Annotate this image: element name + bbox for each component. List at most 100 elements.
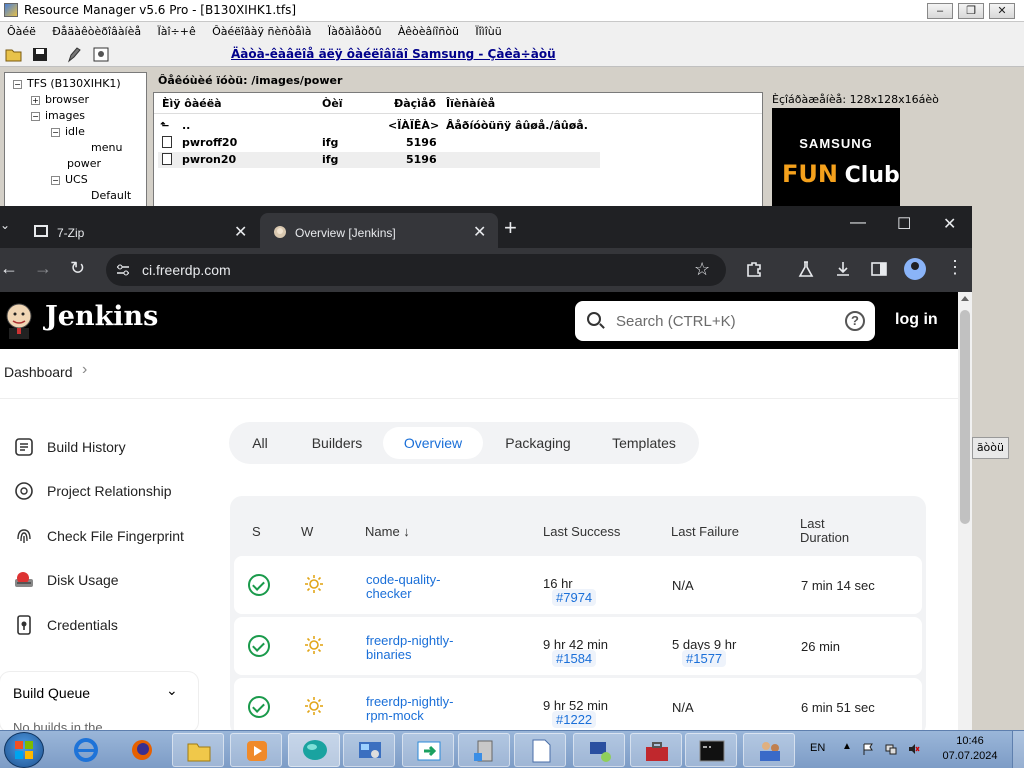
document-icon[interactable] xyxy=(514,733,566,767)
tree-node-default[interactable]: Default xyxy=(91,189,131,202)
edit-pen-icon[interactable] xyxy=(65,46,83,63)
job-link[interactable]: freerdp-nightly-rpm-mock xyxy=(366,695,476,723)
page-scrollbar[interactable] xyxy=(958,292,972,730)
open-folder-icon[interactable] xyxy=(5,46,23,63)
side-panel-icon[interactable] xyxy=(870,260,888,278)
extensions-icon[interactable] xyxy=(745,260,763,278)
scrollbar-thumb[interactable] xyxy=(960,310,970,524)
tree-node-menu[interactable]: menu xyxy=(91,141,122,154)
chevron-down-icon[interactable]: ⌄ xyxy=(166,682,178,699)
network-drive-icon[interactable] xyxy=(458,733,510,767)
properties-icon[interactable] xyxy=(92,46,110,63)
language-indicator[interactable]: EN xyxy=(810,742,825,754)
internet-explorer-icon[interactable] xyxy=(60,733,112,767)
rm-menu-filesystem[interactable]: Ôàéëîâàÿ ñèñòåìà xyxy=(205,22,317,38)
rm-menu-edit[interactable]: Ðåäàêòèðîâàíèå xyxy=(45,22,147,38)
tab-overview[interactable]: Overview xyxy=(383,427,483,459)
build-queue-title[interactable]: Build Queue xyxy=(13,685,90,701)
build-number-link[interactable]: #1222 xyxy=(552,711,597,728)
tree-node-idle[interactable]: − idle xyxy=(51,125,85,138)
tab-jenkins-overview[interactable]: Overview [Jenkins] ✕ xyxy=(260,213,498,248)
tab-7zip[interactable]: 7-Zip ✕ xyxy=(18,213,258,248)
rm-minimize-button[interactable]: – xyxy=(927,3,953,19)
job-link[interactable]: code-quality-checker xyxy=(366,573,476,601)
rm-menu-file[interactable]: Ôàéë xyxy=(0,22,42,38)
tree-node-power[interactable]: power xyxy=(67,157,101,170)
help-icon[interactable]: ? xyxy=(845,311,865,331)
volume-muted-icon[interactable] xyxy=(908,743,920,755)
build-number-link[interactable]: #7974 xyxy=(552,589,597,606)
chrome-menu-icon[interactable]: ⋮ xyxy=(946,257,964,278)
file-row-up[interactable]: ⬑ .. <ÏÀÏÊÀ> Âåðíóòüñÿ âûøå./âûøå. xyxy=(158,118,600,134)
explorer-folder-icon[interactable] xyxy=(172,733,224,767)
network-connections-icon[interactable] xyxy=(573,733,625,767)
tree-node-ucs[interactable]: − UCS xyxy=(51,173,88,186)
build-number-link[interactable]: #1584 xyxy=(552,650,597,667)
close-window-icon[interactable]: ✕ xyxy=(943,214,956,234)
close-tab-icon[interactable]: ✕ xyxy=(473,222,486,242)
users-icon[interactable] xyxy=(743,733,795,767)
download-icon[interactable] xyxy=(834,260,852,278)
minimize-icon[interactable]: — xyxy=(850,214,866,232)
maximize-icon[interactable]: ☐ xyxy=(897,214,911,234)
col-last-success[interactable]: Last Success xyxy=(543,524,620,539)
action-center-flag-icon[interactable] xyxy=(862,743,874,755)
close-tab-icon[interactable]: ✕ xyxy=(234,222,247,242)
reload-button[interactable]: ↻ xyxy=(70,258,85,279)
system-clock[interactable]: 10:46 07.07.2024 xyxy=(938,734,1002,764)
rm-restore-button[interactable]: ❐ xyxy=(958,3,984,19)
command-prompt-icon[interactable] xyxy=(685,733,737,767)
col-status[interactable]: S xyxy=(252,524,261,539)
col-last-duration[interactable]: Last Duration xyxy=(800,517,849,545)
chevron-right-icon[interactable]: › xyxy=(82,361,87,379)
toolbox-icon[interactable] xyxy=(630,733,682,767)
address-bar[interactable]: ci.freerdp.com ☆ xyxy=(106,254,726,286)
new-tab-button[interactable]: + xyxy=(504,215,517,241)
chat-app-icon[interactable] xyxy=(288,733,340,767)
rm-side-button[interactable]: ãòòü xyxy=(972,437,1009,459)
show-desktop-button[interactable] xyxy=(1012,731,1024,768)
url-text[interactable]: ci.freerdp.com xyxy=(142,262,231,278)
file-row[interactable]: pwron20 ifg 5196 xyxy=(158,152,600,168)
file-row[interactable]: pwroff20 ifg 5196 xyxy=(158,135,600,151)
back-button[interactable]: ← xyxy=(0,258,18,279)
site-info-icon[interactable] xyxy=(116,263,130,277)
media-player-icon[interactable] xyxy=(230,733,282,767)
jenkins-search-input[interactable]: Search (CTRL+K) ? xyxy=(575,301,875,341)
tab-all[interactable]: All xyxy=(241,427,279,459)
tab-builders[interactable]: Builders xyxy=(301,427,373,459)
col-name[interactable]: Name ↓ xyxy=(365,524,410,539)
forward-button[interactable]: → xyxy=(34,258,52,279)
tree-node-root[interactable]: − TFS (B130XIHK1) xyxy=(13,77,121,90)
rm-menu-activity[interactable]: Àêòèâíîñòü xyxy=(391,22,465,38)
bookmark-star-icon[interactable]: ☆ xyxy=(694,259,710,280)
col-filename[interactable]: Èìÿ ôàéëà xyxy=(162,97,222,110)
rm-menu-options[interactable]: Ïàðàìåòðû xyxy=(321,22,388,38)
job-link[interactable]: freerdp-nightly-binaries xyxy=(366,634,476,662)
jenkins-brand[interactable]: Jenkins xyxy=(45,301,158,332)
tab-search-icon[interactable]: ⌄ xyxy=(0,218,10,232)
show-hidden-icons-icon[interactable]: ▲ xyxy=(842,741,854,753)
tree-node-browser[interactable]: + browser xyxy=(31,93,89,106)
col-type[interactable]: Òèï xyxy=(322,97,343,110)
scroll-up-arrow-icon[interactable] xyxy=(961,296,969,301)
tree-node-images[interactable]: − images xyxy=(31,109,85,122)
labs-flask-icon[interactable] xyxy=(797,260,815,278)
rm-close-button[interactable]: ✕ xyxy=(989,3,1015,19)
col-size[interactable]: Ðàçìåð xyxy=(394,97,436,110)
rm-download-link[interactable]: Äàòà-êàâëîå äëÿ ôàéëîâîãî Samsung - Çàêà… xyxy=(231,47,556,61)
breadcrumb-dashboard[interactable]: Dashboard xyxy=(4,364,73,380)
tab-templates[interactable]: Templates xyxy=(601,427,687,459)
firefox-icon[interactable] xyxy=(116,733,168,767)
rm-menu-search[interactable]: Ïàî÷+ê xyxy=(150,22,201,38)
jenkins-logo-icon[interactable] xyxy=(4,301,34,339)
col-last-failure[interactable]: Last Failure xyxy=(671,524,739,539)
login-link[interactable]: log in xyxy=(895,311,938,329)
col-weather[interactable]: W xyxy=(301,524,313,539)
profile-avatar-icon[interactable] xyxy=(904,258,926,280)
col-description[interactable]: Îïèñàíèå xyxy=(446,97,495,110)
control-panel-icon[interactable] xyxy=(343,733,395,767)
build-number-link[interactable]: #1577 xyxy=(682,650,727,667)
rm-menu-help[interactable]: Ïîìîùü xyxy=(468,22,507,38)
save-icon[interactable] xyxy=(31,46,49,63)
